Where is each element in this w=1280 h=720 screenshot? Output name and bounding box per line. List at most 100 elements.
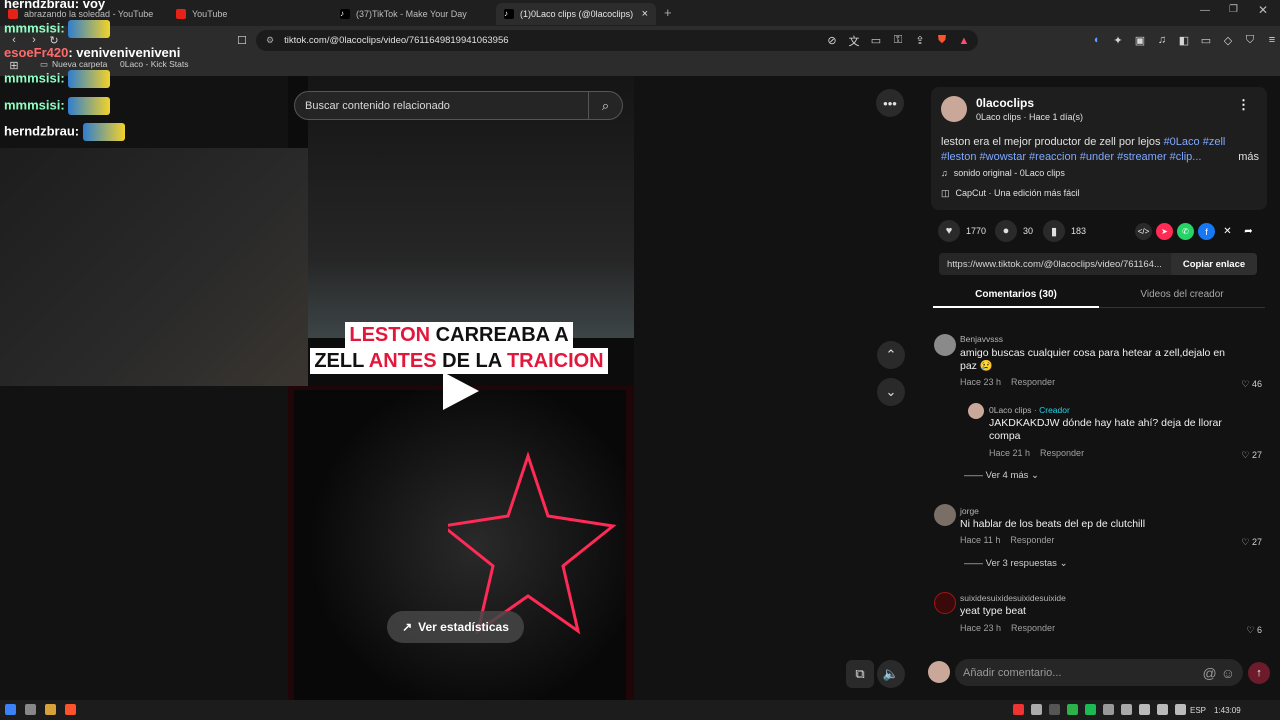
brave-icon[interactable] — [65, 704, 76, 715]
bookmark-kick-stats[interactable]: 0Laco - Kick Stats — [120, 59, 189, 69]
comment-like[interactable]: ♡ 46 — [1241, 379, 1262, 390]
hashtag-link[interactable]: #leston #wowstar #reaccion #under #strea… — [941, 151, 1201, 163]
view-more-replies[interactable]: —— Ver 3 respuestas ⌄ — [964, 558, 1068, 569]
wallet-icon[interactable]: ▭ — [1198, 32, 1214, 48]
capcut-link[interactable]: ◫ CapCut · Una edición más fácil — [941, 188, 1080, 199]
commenter-name[interactable]: jorge — [960, 506, 979, 516]
save-button[interactable]: ▮ 183 — [1043, 220, 1086, 242]
commenter-avatar[interactable] — [934, 592, 956, 614]
volume-tray-icon[interactable] — [1175, 704, 1186, 715]
explorer-icon[interactable] — [25, 704, 36, 715]
bookmark-icon[interactable]: ☐ — [234, 32, 250, 48]
maximize-button[interactable]: ❐ — [1229, 4, 1238, 15]
commenter-name[interactable]: Benjavvsss — [960, 334, 1003, 344]
comment-input[interactable]: Añadir comentario... @ ☺ — [955, 659, 1243, 686]
comment-like[interactable]: ♡ 27 — [1241, 537, 1262, 548]
screenshot-icon[interactable]: ▣ — [1132, 32, 1148, 48]
language-indicator[interactable]: ESP — [1190, 706, 1206, 715]
comment-item: jorge Ni hablar de los beats del ep de c… — [932, 503, 1272, 553]
commenter-avatar[interactable] — [968, 403, 984, 419]
brave-rewards-icon[interactable]: ▲ — [956, 33, 972, 49]
key-icon[interactable]: ⚿ — [890, 33, 906, 49]
tracking-icon[interactable]: ⊘ — [824, 33, 840, 49]
reply-button[interactable]: Responder — [1010, 535, 1054, 545]
commenter-name[interactable]: suixidesuixidesuixidesuixide — [960, 593, 1066, 603]
tab-tiktok-active[interactable]: ♪ (1)0Laco clips (@0lacoclips) | Tik × — [496, 3, 656, 25]
reply-button[interactable]: Responder — [1011, 623, 1055, 633]
menu-icon[interactable]: ≡ — [1264, 32, 1280, 48]
tray-icon[interactable] — [1013, 704, 1024, 715]
reply-button[interactable]: Responder — [1040, 448, 1084, 458]
new-tab-button[interactable]: + — [664, 5, 672, 20]
close-window-button[interactable]: ✕ — [1258, 3, 1268, 17]
brave-shield-icon[interactable]: ⛊ — [934, 33, 950, 49]
search-icon[interactable]: ⌕ — [588, 92, 622, 119]
miniplayer-button[interactable]: ⧉ — [846, 660, 874, 688]
clock[interactable]: 1:43:09 — [1214, 706, 1241, 715]
play-icon[interactable] — [443, 372, 479, 410]
commenter-avatar[interactable] — [934, 504, 956, 526]
post-comment-button[interactable]: ↑ — [1248, 662, 1270, 684]
previous-video-button[interactable]: ⌃ — [877, 341, 905, 369]
copy-link-button[interactable]: Copiar enlace — [1171, 253, 1257, 275]
vpn-icon[interactable]: ◇ — [1220, 32, 1236, 48]
like-button[interactable]: ♥ 1770 — [938, 220, 986, 242]
tray-icon[interactable] — [1103, 704, 1114, 715]
video-options-button[interactable]: ••• — [876, 89, 904, 117]
tab-creator-videos[interactable]: Videos del creador — [1099, 282, 1265, 308]
translate-icon[interactable]: 文 — [846, 33, 862, 49]
commenter-name[interactable]: 0Laco clips · Creador — [989, 405, 1070, 415]
share-icon[interactable]: ➦ — [1240, 223, 1257, 240]
music-icon[interactable]: ♫ — [1154, 32, 1170, 48]
chat-message: herndzbrau: — [4, 123, 125, 141]
spotify-icon[interactable] — [1085, 704, 1096, 715]
network-icon[interactable] — [1157, 704, 1168, 715]
share-icon[interactable]: ⇪ — [912, 33, 928, 49]
sidebar-icon[interactable]: ◧ — [1176, 32, 1192, 48]
close-tab-icon[interactable]: × — [642, 8, 648, 20]
sound-link[interactable]: ♫ sonido original - 0Laco clips — [941, 168, 1065, 178]
volume-icon[interactable]: 🔈 — [877, 660, 905, 688]
view-stats-button[interactable]: ↗ Ver estadísticas — [387, 611, 524, 643]
post-options-icon[interactable]: ⋮ — [1237, 97, 1250, 113]
comment-like[interactable]: ♡ 6 — [1246, 625, 1262, 636]
site-info-icon[interactable]: ⚙ — [266, 35, 274, 46]
mention-icon[interactable]: @ — [1202, 665, 1216, 681]
sound-icon[interactable]: ◖ — [1088, 32, 1104, 48]
url-text[interactable]: tiktok.com/@0lacoclips/video/76116498199… — [284, 35, 508, 46]
emoji-icon[interactable]: ☺ — [1221, 665, 1235, 681]
tray-icon[interactable] — [1139, 704, 1150, 715]
whatsapp-icon[interactable]: ✆ — [1177, 223, 1194, 240]
next-video-button[interactable]: ⌄ — [877, 378, 905, 406]
tab-youtube[interactable]: YouTube — [168, 3, 328, 25]
tray-icon[interactable] — [1121, 704, 1132, 715]
cast-icon[interactable]: ▭ — [868, 33, 884, 49]
comment-like[interactable]: ♡ 27 — [1241, 450, 1262, 461]
send-icon[interactable]: ➤ — [1156, 223, 1173, 240]
comment-button[interactable]: ● 30 — [995, 220, 1033, 242]
creator-avatar[interactable] — [941, 96, 967, 122]
tray-icon[interactable] — [1031, 704, 1042, 715]
start-icon[interactable] — [5, 704, 16, 715]
folder-icon[interactable] — [45, 704, 56, 715]
bookmark-folder[interactable]: ▭ Nueva carpeta — [40, 59, 107, 70]
reply-button[interactable]: Responder — [1011, 377, 1055, 387]
hashtag-link[interactable]: #0Laco #zell — [1164, 136, 1226, 148]
extensions-icon[interactable]: ✦ — [1110, 32, 1126, 48]
shield-icon[interactable]: ⛉ — [1242, 32, 1258, 48]
minimize-button[interactable]: — — [1200, 5, 1210, 16]
facebook-icon[interactable]: f — [1198, 223, 1215, 240]
link-text[interactable]: https://www.tiktok.com/@0lacoclips/video… — [947, 259, 1162, 270]
tray-icon[interactable] — [1067, 704, 1078, 715]
tab-tiktok[interactable]: ♪ (37)TikTok - Make Your Day — [332, 3, 492, 25]
tab-comments[interactable]: Comentarios (30) — [933, 282, 1099, 308]
commenter-avatar[interactable] — [934, 334, 956, 356]
creator-username[interactable]: 0lacoclips — [976, 96, 1034, 110]
x-icon[interactable]: ✕ — [1219, 223, 1236, 240]
related-search-input[interactable]: Buscar contenido relacionado ⌕ — [294, 91, 623, 120]
see-more-link[interactable]: más — [1238, 150, 1259, 165]
address-bar[interactable]: ⚙ tiktok.com/@0lacoclips/video/761164981… — [256, 30, 978, 51]
view-more-replies[interactable]: —— Ver 4 más ⌄ — [964, 470, 1039, 481]
tray-icon[interactable] — [1049, 704, 1060, 715]
embed-icon[interactable]: </> — [1135, 223, 1152, 240]
